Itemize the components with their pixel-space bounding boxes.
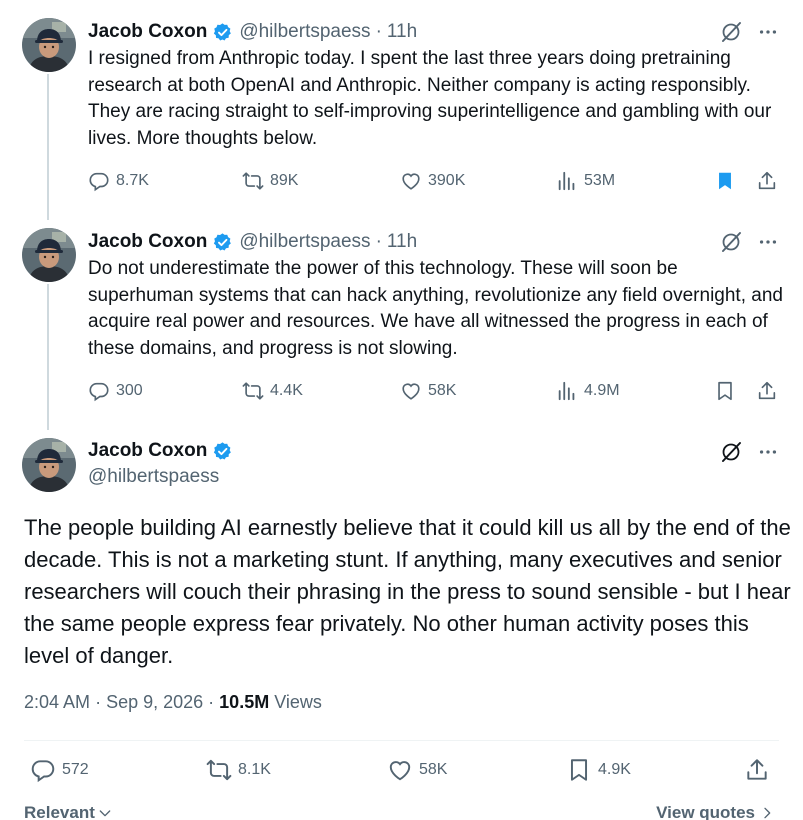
bookmark-icon: [714, 170, 736, 192]
repost-count: 8.1K: [238, 761, 271, 778]
reply-icon: [88, 170, 110, 192]
views-icon: [556, 380, 578, 402]
post-date[interactable]: Sep 9, 2026: [106, 692, 203, 712]
verified-badge-icon: [212, 441, 233, 462]
reply-button[interactable]: 8.7K: [88, 170, 149, 192]
like-button[interactable]: 58K: [387, 757, 447, 783]
tweet-actions: 8.7K 89K 390K 53M: [88, 170, 780, 196]
timestamp[interactable]: 11h: [387, 231, 417, 253]
tweet-meta: 2:04 AM · Sep 9, 2026 · 10.5M Views: [24, 692, 322, 713]
chevron-right-icon: [759, 805, 775, 820]
views-button[interactable]: 4.9M: [556, 380, 620, 402]
verified-badge-icon: [212, 22, 233, 43]
repost-button[interactable]: 89K: [242, 170, 298, 192]
bookmark-icon: [566, 757, 592, 783]
repost-button[interactable]: 4.4K: [242, 380, 303, 402]
tweet-header: Jacob Coxon @hilbertspaess · 11h: [88, 230, 417, 254]
like-button[interactable]: 58K: [400, 380, 456, 402]
views-button[interactable]: 53M: [556, 170, 615, 192]
author-handle[interactable]: @hilbertspaess: [239, 231, 370, 253]
author-handle[interactable]: @hilbertspaess: [239, 21, 370, 43]
like-icon: [387, 757, 413, 783]
verified-badge-icon: [212, 232, 233, 253]
reply-icon: [88, 380, 110, 402]
view-quotes-label: View quotes: [656, 803, 755, 820]
repost-icon: [242, 380, 264, 402]
separator-dot: ·: [208, 692, 220, 712]
author-name[interactable]: Jacob Coxon: [88, 21, 207, 43]
avatar[interactable]: [22, 18, 76, 72]
thread-tweet-2[interactable]: Jacob Coxon @hilbertspaess · 11h Do not …: [0, 228, 803, 418]
author-handle[interactable]: @hilbertspaess: [88, 466, 219, 488]
share-icon: [744, 757, 770, 783]
reply-icon: [30, 757, 56, 783]
sort-label: Relevant: [24, 803, 95, 820]
repost-count: 89K: [270, 172, 299, 189]
repost-count: 4.4K: [270, 382, 303, 399]
repost-icon: [242, 170, 264, 192]
avatar[interactable]: [22, 228, 76, 282]
avatar[interactable]: [22, 438, 76, 492]
tweet-text: I resigned from Anthropic today. I spent…: [88, 48, 772, 149]
bookmark-count: 4.9K: [598, 761, 631, 778]
tweet-actions: 300 4.4K 58K 4.9M: [88, 380, 780, 406]
like-count: 390K: [428, 172, 466, 189]
grok-icon[interactable]: [719, 20, 743, 44]
grok-icon[interactable]: [719, 440, 743, 464]
tweet-text: Do not underestimate the power of this t…: [88, 258, 783, 359]
grok-icon[interactable]: [719, 230, 743, 254]
share-icon: [756, 380, 778, 402]
author-name[interactable]: Jacob Coxon: [88, 231, 207, 253]
like-button[interactable]: 390K: [400, 170, 465, 192]
views-icon: [556, 170, 578, 192]
separator-dot: ·: [375, 21, 382, 42]
author-name[interactable]: Jacob Coxon: [88, 440, 207, 462]
share-icon: [756, 170, 778, 192]
chevron-down-icon: [97, 805, 113, 820]
post-time[interactable]: 2:04 AM: [24, 692, 90, 712]
views-count: 4.9M: [584, 382, 620, 399]
views-count: 53M: [584, 172, 616, 189]
reply-count: 8.7K: [116, 172, 149, 189]
separator-dot: ·: [95, 692, 107, 712]
like-icon: [400, 380, 422, 402]
main-tweet: Jacob Coxon @hilbertspaess: [0, 438, 803, 498]
thread-tweet-1[interactable]: Jacob Coxon @hilbertspaess · 11h I resig…: [0, 18, 803, 208]
bookmark-icon: [714, 380, 736, 402]
share-button[interactable]: [756, 170, 778, 192]
tweet-header: Jacob Coxon @hilbertspaess · 11h: [88, 20, 417, 44]
like-count: 58K: [419, 761, 448, 778]
views-total: 10.5M: [219, 692, 270, 712]
reply-count: 572: [62, 761, 89, 778]
main-tweet-actions: 572 8.1K 58K 4.9K: [24, 757, 779, 785]
repost-button[interactable]: 8.1K: [206, 757, 271, 783]
divider: [24, 740, 779, 741]
reply-button[interactable]: 300: [88, 380, 143, 402]
repost-icon: [206, 757, 232, 783]
like-count: 58K: [428, 382, 457, 399]
more-icon[interactable]: [757, 21, 779, 43]
bookmark-button[interactable]: [714, 380, 736, 402]
timestamp[interactable]: 11h: [387, 21, 417, 43]
main-tweet-text: The people building AI earnestly believe…: [24, 515, 791, 668]
more-icon[interactable]: [757, 441, 779, 463]
bookmark-button[interactable]: 4.9K: [566, 757, 631, 783]
separator-dot: ·: [375, 231, 382, 252]
share-button[interactable]: [744, 757, 770, 783]
view-quotes-link[interactable]: View quotes: [656, 803, 775, 820]
bookmark-button[interactable]: [714, 170, 736, 192]
sort-replies-button[interactable]: Relevant: [24, 803, 113, 820]
more-icon[interactable]: [757, 231, 779, 253]
share-button[interactable]: [756, 380, 778, 402]
reply-button[interactable]: 572: [30, 757, 89, 783]
like-icon: [400, 170, 422, 192]
views-label: Views: [274, 692, 322, 712]
reply-count: 300: [116, 382, 143, 399]
